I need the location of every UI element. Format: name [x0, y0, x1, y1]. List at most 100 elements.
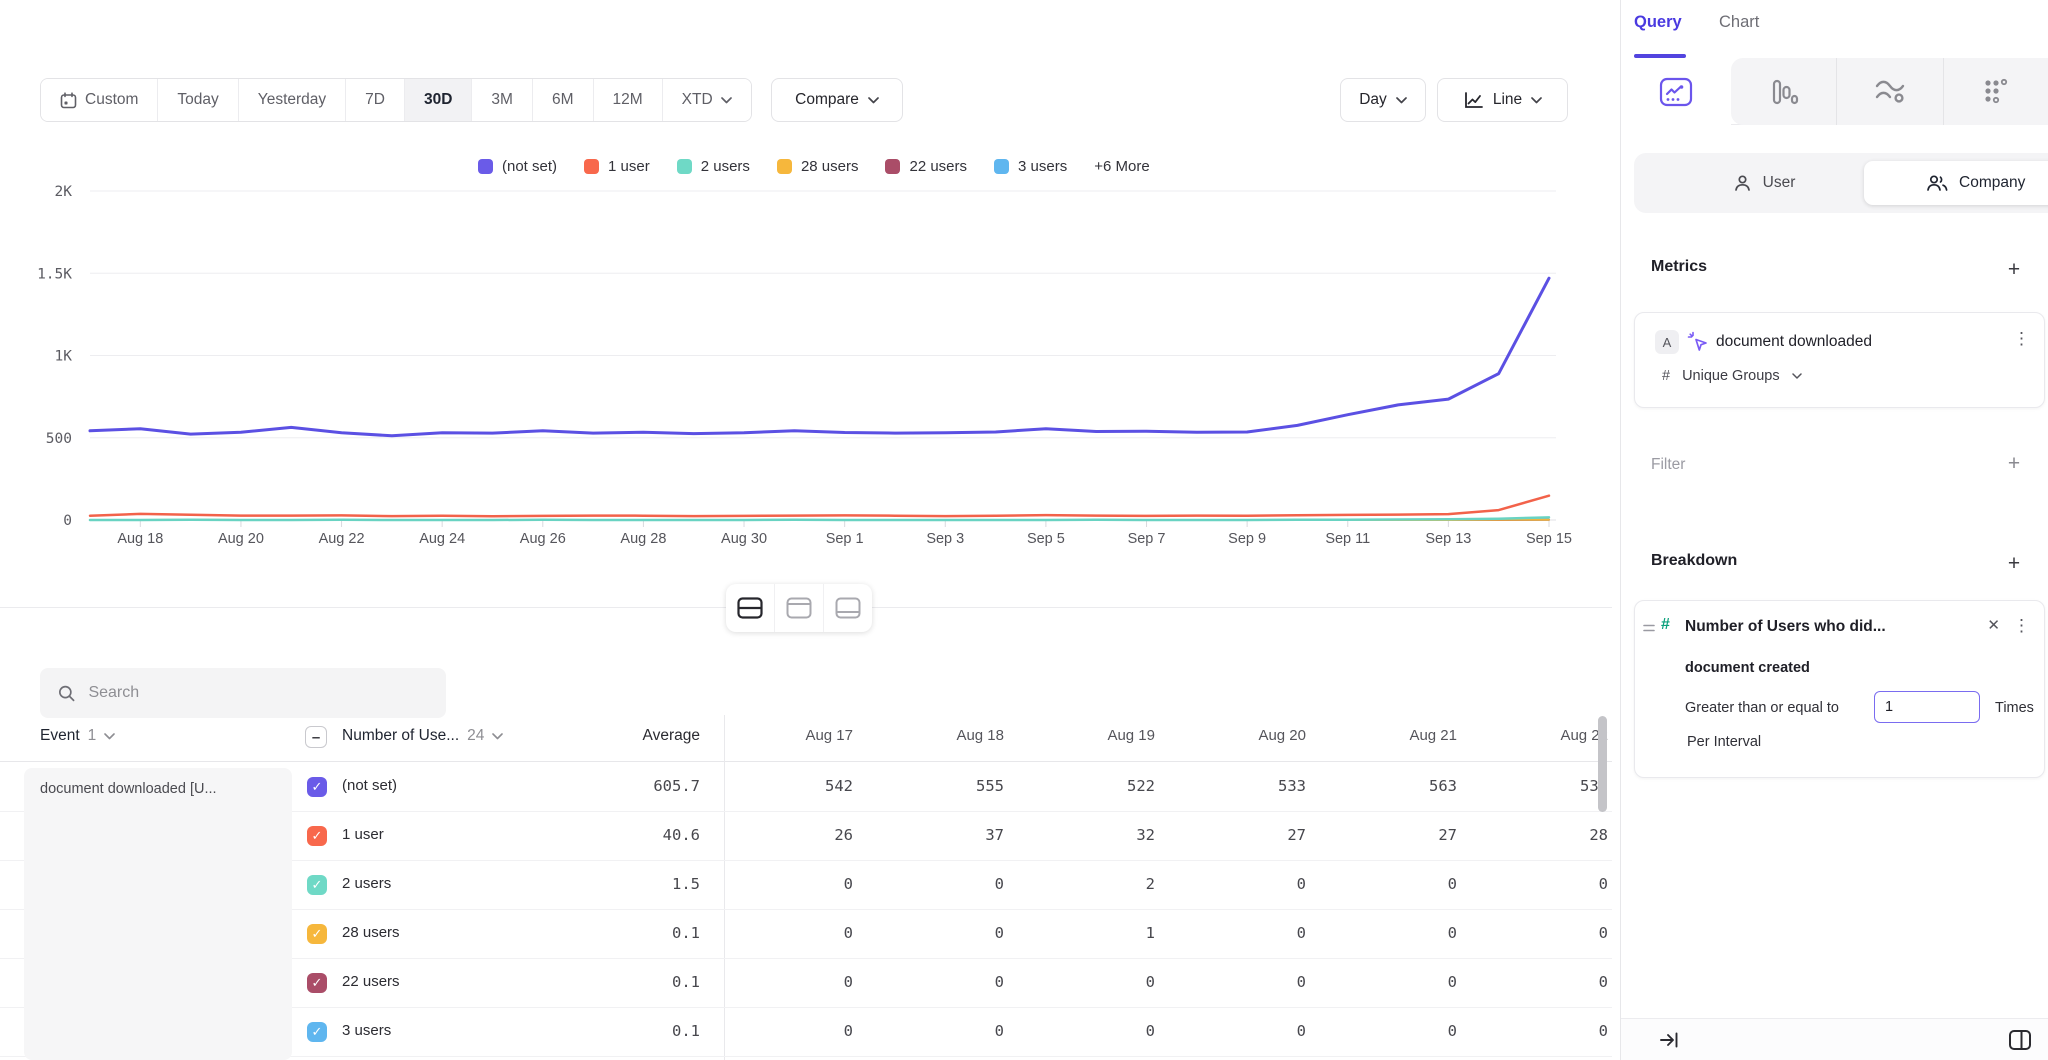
- chart-type-alternatives: [1731, 58, 2048, 125]
- range-button-12m[interactable]: 12M: [594, 79, 663, 121]
- chart-type-bar-button[interactable]: [1731, 58, 1837, 125]
- layout-split-button[interactable]: [726, 584, 775, 632]
- table-scrollbar[interactable]: [1598, 716, 1607, 812]
- tab-chart[interactable]: Chart: [1719, 13, 1759, 32]
- compare-button[interactable]: Compare: [771, 78, 903, 122]
- range-button-yesterday[interactable]: Yesterday: [239, 79, 346, 121]
- metric-card[interactable]: A document downloaded ⋮ # Unique Groups: [1634, 312, 2045, 408]
- layout-chart-only-button[interactable]: [775, 584, 824, 632]
- value-cell: 0: [724, 1008, 875, 1056]
- row-checkbox[interactable]: ✓: [307, 826, 327, 846]
- row-checkbox[interactable]: ✓: [307, 924, 327, 944]
- legend-more-button[interactable]: +6 More: [1094, 158, 1149, 175]
- value-cell: 1: [1026, 910, 1177, 958]
- legend-item[interactable]: 2 users: [677, 158, 750, 175]
- line-chart-icon: [1463, 91, 1484, 110]
- line-chart-icon: [1659, 77, 1693, 107]
- panel-footer: [1621, 1018, 2048, 1060]
- legend-item[interactable]: (not set): [478, 158, 557, 175]
- legend-label: 1 user: [608, 158, 650, 175]
- row-checkbox[interactable]: ✓: [307, 777, 327, 797]
- row-values: 000000: [724, 959, 1612, 1007]
- range-button-7d[interactable]: 7D: [346, 79, 405, 121]
- range-button-xtd[interactable]: XTD: [663, 79, 751, 121]
- chart-type-line-button[interactable]: [1621, 58, 1731, 125]
- date-column-header[interactable]: Aug 19: [1026, 715, 1177, 761]
- value-cell: 0: [1479, 861, 1612, 909]
- range-button-6m[interactable]: 6M: [533, 79, 594, 121]
- metrics-section-title: Metrics: [1651, 258, 1707, 276]
- chevron-down-icon: [492, 733, 503, 740]
- legend-item[interactable]: 28 users: [777, 158, 859, 175]
- legend-item[interactable]: 1 user: [584, 158, 650, 175]
- row-checkbox[interactable]: ✓: [307, 973, 327, 993]
- analytics-app: Custom Today Yesterday7D30D3M6M12M XTD Comp…: [0, 0, 2048, 1060]
- x-axis-label: Aug 18: [117, 531, 163, 547]
- range-label: XTD: [682, 91, 713, 109]
- legend-item[interactable]: 3 users: [994, 158, 1067, 175]
- row-checkbox[interactable]: ✓: [307, 1022, 327, 1042]
- hash-icon: #: [1662, 368, 1670, 384]
- event-column-header[interactable]: Event 1: [40, 727, 115, 745]
- series-line--not-set-[interactable]: [90, 278, 1549, 436]
- event-group-cell[interactable]: document downloaded [U...: [24, 768, 292, 1060]
- series-header-label: Number of Use...: [342, 727, 459, 745]
- remove-breakdown-button[interactable]: ✕: [1987, 616, 2000, 634]
- add-filter-button[interactable]: +: [2002, 452, 2026, 476]
- chevron-down-icon: [868, 97, 879, 104]
- select-all-checkbox[interactable]: –: [305, 726, 327, 748]
- compare-label: Compare: [795, 91, 859, 109]
- y-axis-label: 0: [63, 513, 72, 529]
- event-pointer-icon: [1687, 331, 1709, 353]
- breakdown-condition-label[interactable]: Greater than or equal to: [1685, 700, 1839, 716]
- range-button-custom[interactable]: Custom: [41, 79, 158, 121]
- range-button-today[interactable]: Today: [158, 79, 238, 121]
- chart-type-matrix-button[interactable]: [1944, 58, 2048, 125]
- scope-user-button[interactable]: User: [1689, 153, 1839, 213]
- range-button-30d[interactable]: 30D: [405, 79, 472, 121]
- layout-table-only-button[interactable]: [824, 584, 872, 632]
- add-metric-button[interactable]: +: [2002, 258, 2026, 282]
- breakdown-per-interval-label[interactable]: Per Interval: [1687, 734, 1761, 750]
- x-axis-label: Sep 15: [1526, 531, 1572, 547]
- add-breakdown-button[interactable]: +: [2002, 552, 2026, 576]
- metric-menu-button[interactable]: ⋮: [2013, 329, 2030, 349]
- date-column-header[interactable]: Aug 21: [1328, 715, 1479, 761]
- chevron-down-icon: [104, 733, 115, 740]
- breakdown-value-input[interactable]: [1874, 691, 1980, 723]
- y-axis-label: 2K: [55, 184, 73, 200]
- tab-query[interactable]: Query: [1634, 13, 1682, 32]
- x-axis-label: Aug 30: [721, 531, 767, 547]
- x-axis-label: Sep 7: [1128, 531, 1166, 547]
- series-line-2-users[interactable]: [90, 517, 1549, 520]
- series-line-1-user[interactable]: [90, 496, 1549, 517]
- search-icon: [58, 684, 75, 703]
- date-column-header[interactable]: Aug 18: [875, 715, 1026, 761]
- row-checkbox[interactable]: ✓: [307, 875, 327, 895]
- chart-legend: (not set) 1 user 2 users 28 users 22 users 3 …: [478, 154, 1150, 178]
- legend-item[interactable]: 22 users: [885, 158, 967, 175]
- x-axis-label: Aug 20: [218, 531, 264, 547]
- metric-aggregation-dropdown[interactable]: # Unique Groups: [1662, 368, 1802, 384]
- interval-dropdown[interactable]: Day: [1340, 78, 1426, 122]
- range-button-3m[interactable]: 3M: [472, 79, 533, 121]
- panel-layout-icon[interactable]: [2007, 1027, 2033, 1053]
- date-column-header[interactable]: Aug 22: [1479, 715, 1612, 761]
- scope-company-button[interactable]: Company: [1864, 161, 2048, 205]
- breakdown-menu-button[interactable]: ⋮: [2013, 616, 2030, 636]
- breakdown-card[interactable]: # Number of Users who did... ✕ ⋮ documen…: [1634, 600, 2045, 778]
- row-label: 22 users: [342, 973, 400, 990]
- value-cell: 0: [1328, 959, 1479, 1007]
- range-label: Today: [177, 91, 218, 109]
- date-column-header[interactable]: Aug 20: [1177, 715, 1328, 761]
- chart-type-dropdown[interactable]: Line: [1437, 78, 1568, 122]
- value-cell: 37: [875, 812, 1026, 860]
- series-column-header[interactable]: Number of Use... 24: [342, 727, 503, 745]
- collapse-panel-icon[interactable]: [1657, 1028, 1681, 1052]
- value-cell: 0: [1328, 1008, 1479, 1056]
- date-column-header[interactable]: Aug 17: [724, 715, 875, 761]
- chart-type-flow-button[interactable]: [1837, 58, 1943, 125]
- search-input[interactable]: [88, 684, 428, 702]
- average-column-header[interactable]: Average: [540, 727, 700, 745]
- drag-handle-icon[interactable]: [1643, 623, 1655, 633]
